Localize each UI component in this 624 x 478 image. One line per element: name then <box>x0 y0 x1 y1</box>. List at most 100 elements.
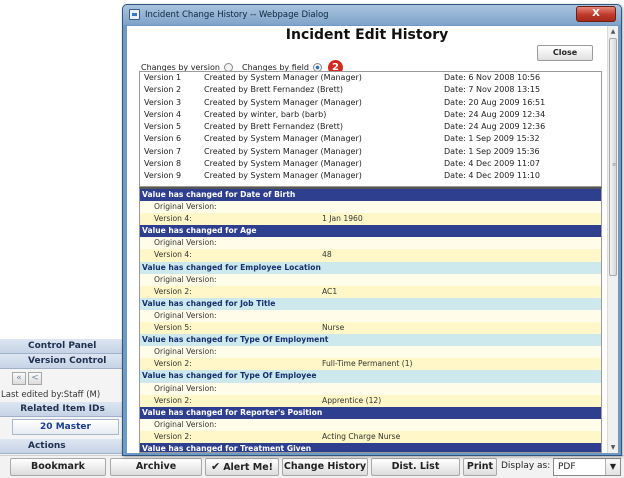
field-change-header: Value has changed for Job Title <box>140 297 601 310</box>
original-version-row: Original Version: <box>140 382 601 395</box>
version-row[interactable]: Version 7 Created by System Manager (Mana… <box>140 146 601 158</box>
changed-value: Apprentice (12) <box>322 395 382 405</box>
version-number: Version 3 <box>144 97 182 107</box>
changed-version-row: Version 2: Acting Charge Nurse <box>140 430 601 443</box>
field-change-header: Value has changed for Type Of Employee <box>140 370 601 383</box>
changed-version-row: Version 2: Apprentice (12) <box>140 394 601 407</box>
grip-icon: ≡ <box>612 162 617 168</box>
scroll-down-arrow-icon[interactable]: ▼ <box>608 442 618 453</box>
version-nav: «< <box>0 369 125 388</box>
dialog-titlebar[interactable]: Incident Change History -- Webpage Dialo… <box>123 5 621 25</box>
version-date: Date: 4 Dec 2009 11:10 <box>444 171 540 181</box>
dialog-content: Incident Edit History Close Changes by v… <box>127 26 618 453</box>
version-row[interactable]: Version 1 Created by System Manager (Mana… <box>140 72 601 84</box>
changed-version-row: Version 4: 48 <box>140 249 601 262</box>
scroll-up-arrow-icon[interactable]: ▲ <box>608 26 618 37</box>
changed-value: Nurse <box>322 323 345 333</box>
field-change-header: Value has changed for Reporter's Positio… <box>140 406 601 419</box>
version-created-by: Created by System Manager (Manager) <box>204 97 362 107</box>
first-version-button[interactable]: « <box>12 372 26 385</box>
field-change-title: Value has changed for Reporter's Positio… <box>142 407 323 417</box>
bookmark-button[interactable]: Bookmark <box>10 458 106 476</box>
field-change-header: Value has changed for Type Of Employment <box>140 334 601 347</box>
version-number: Version 8 <box>144 159 182 169</box>
version-row[interactable]: Version 4 Created by winter, barb (barb) D… <box>140 109 601 121</box>
changed-value: 1 Jan 1960 <box>322 214 363 224</box>
field-change-title: Value has changed for Type Of Employment <box>142 335 329 345</box>
changed-version-row: Version 4: 1 Jan 1960 <box>140 213 601 226</box>
original-version-row: Original Version: <box>140 201 601 214</box>
original-version-label: Original Version: <box>154 383 217 393</box>
version-created-by: Created by winter, barb (barb) <box>204 109 327 119</box>
incident-history-dialog: Incident Change History -- Webpage Dialo… <box>122 4 622 456</box>
window-close-button[interactable]: X <box>576 6 616 22</box>
original-version-label: Original Version: <box>154 202 217 212</box>
webpage-dialog-icon <box>129 9 140 20</box>
version-date: Date: 24 Aug 2009 12:34 <box>444 109 546 119</box>
changed-version-row: Version 5: Nurse <box>140 322 601 335</box>
version-row[interactable]: Version 5 Created by Brett Fernandez (Bre… <box>140 121 601 133</box>
change-history-button[interactable]: Change History <box>282 458 368 476</box>
version-created-by: Created by System Manager (Manager) <box>204 146 362 156</box>
display-as-label: Display as: <box>501 461 551 471</box>
master-item-link[interactable]: 20 Master <box>12 419 119 435</box>
original-version-label: Original Version: <box>154 238 217 248</box>
scrollbar-thumb[interactable]: ≡ <box>609 38 617 276</box>
dist-list-button[interactable]: Dist. List <box>371 458 460 476</box>
version-created-by: Created by Brett Fernandez (Brett) <box>204 85 343 95</box>
changed-value: Acting Charge Nurse <box>322 431 401 441</box>
actions-header: Actions <box>0 439 125 454</box>
version-row[interactable]: Version 6 Created by System Manager (Mana… <box>140 133 601 145</box>
changed-version-label: Version 2: <box>154 359 192 369</box>
version-row[interactable]: Version 2 Created by Brett Fernandez (Bre… <box>140 84 601 96</box>
version-date: Date: 20 Aug 2009 16:51 <box>444 97 546 107</box>
original-version-row: Original Version: <box>140 309 601 323</box>
original-version-label: Original Version: <box>154 419 217 429</box>
field-change-title: Value has changed for Type Of Employee <box>142 371 317 381</box>
field-change-title: Value has changed for Employee Location <box>142 262 321 272</box>
version-created-by: Created by System Manager (Manager) <box>204 134 362 144</box>
version-date: Date: 1 Sep 2009 15:36 <box>444 146 540 156</box>
field-change-title: Value has changed for Job Title <box>142 298 276 308</box>
version-row[interactable]: Version 3 Created by System Manager (Mana… <box>140 97 601 109</box>
original-version-row: Original Version: <box>140 418 601 431</box>
field-change-header: Value has changed for Treatment Given <box>140 442 601 453</box>
changed-version-label: Version 5: <box>154 323 192 333</box>
version-date: Date: 1 Sep 2009 15:32 <box>444 134 540 144</box>
related-item-ids-header: Related Item IDs <box>0 402 125 417</box>
changed-version-label: Version 2: <box>154 286 192 296</box>
display-as-select[interactable]: PDF ▼ <box>553 458 621 476</box>
version-number: Version 1 <box>144 73 182 82</box>
original-version-label: Original Version: <box>154 347 217 357</box>
changed-version-row: Version 2: Full-Time Permanent (1) <box>140 358 601 371</box>
close-button[interactable]: Close <box>537 45 593 61</box>
version-row[interactable]: Version 8 Created by System Manager (Mana… <box>140 158 601 170</box>
changed-value: 48 <box>322 250 332 260</box>
field-change-title: Value has changed for Age <box>142 226 257 236</box>
field-change-title: Value has changed for Date of Birth <box>142 190 296 199</box>
field-change-header: Value has changed for Age <box>140 225 601 238</box>
last-edited-label: Last edited by:Staff (M) <box>1 390 101 400</box>
changed-version-row: Version 2: AC1 <box>140 285 601 298</box>
field-changes-list: Value has changed for Date of Birth Origi… <box>139 187 602 453</box>
field-change-title: Value has changed for Treatment Given <box>142 443 312 453</box>
previous-version-button[interactable]: < <box>28 372 42 385</box>
version-list: Version 1 Created by System Manager (Mana… <box>139 71 602 187</box>
version-number: Version 5 <box>144 122 182 132</box>
field-change-header: Value has changed for Date of Birth <box>140 189 601 202</box>
version-number: Version 7 <box>144 146 182 156</box>
version-row[interactable]: Version 9 Created by System Manager (Mana… <box>140 170 601 182</box>
page-title: Incident Edit History <box>285 27 449 43</box>
version-date: Date: 6 Nov 2008 10:56 <box>444 73 541 82</box>
version-created-by: Created by System Manager (Manager) <box>204 171 362 181</box>
alert-me-button[interactable]: ✔ Alert Me! <box>205 458 279 476</box>
chevron-down-icon: ▼ <box>605 459 620 475</box>
print-button[interactable]: Print <box>463 458 497 476</box>
archive-button[interactable]: Archive <box>110 458 202 476</box>
original-version-row: Original Version: <box>140 237 601 250</box>
display-as-value: PDF <box>558 462 576 472</box>
dialog-window-title: Incident Change History -- Webpage Dialo… <box>145 10 329 20</box>
vertical-scrollbar[interactable]: ▲ ≡ ▼ <box>607 26 618 453</box>
field-change-header: Value has changed for Employee Location <box>140 261 601 274</box>
checkmark-icon: ✔ <box>210 460 221 473</box>
